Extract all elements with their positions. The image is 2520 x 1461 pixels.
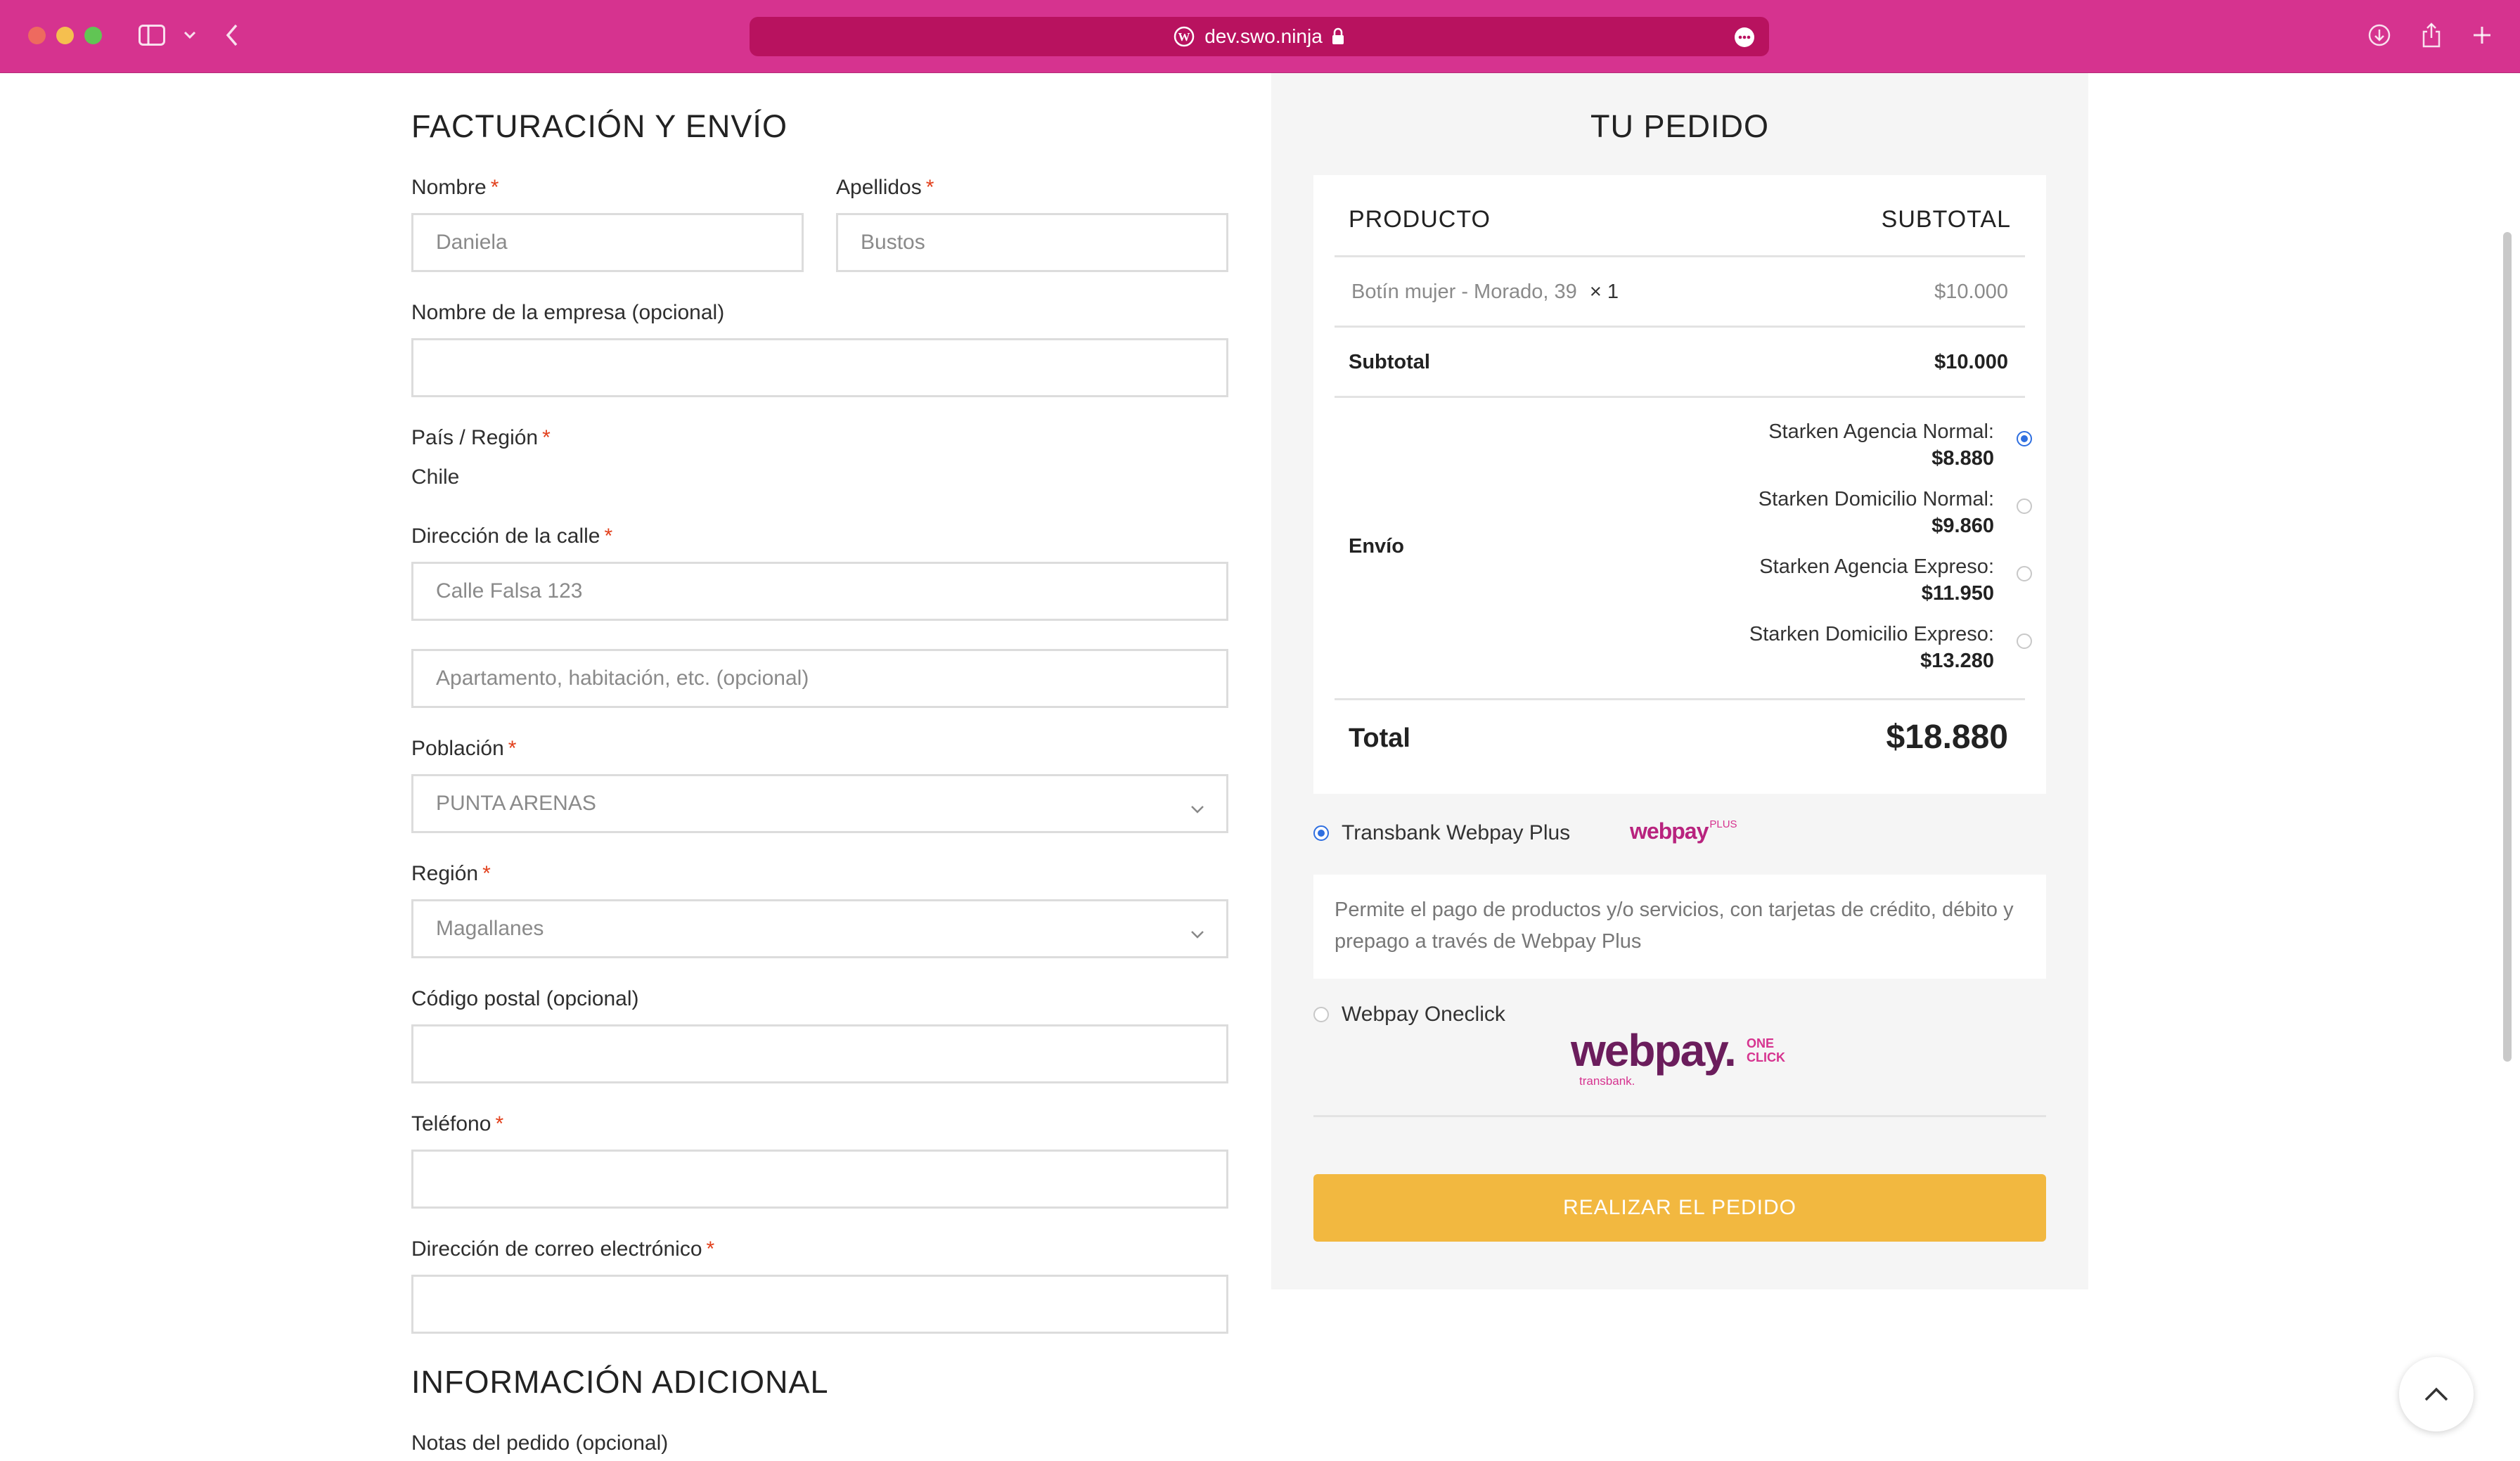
place-order-button[interactable]: REALIZAR EL PEDIDO bbox=[1313, 1174, 2046, 1242]
webpay-plus-logo: webpay PLUS bbox=[1630, 818, 1737, 844]
total-label: Total bbox=[1349, 723, 1410, 753]
order-title: TU PEDIDO bbox=[1590, 108, 1770, 144]
last-name-input[interactable]: Bustos bbox=[836, 213, 1228, 272]
region-select[interactable]: Magallanes bbox=[411, 899, 1228, 958]
street-input[interactable]: Calle Falsa 123 bbox=[411, 562, 1228, 621]
browser-toolbar: W dev.swo.ninja bbox=[0, 0, 2520, 73]
webpay-oneclick-label[interactable]: Webpay Oneclick bbox=[1342, 1003, 1505, 1026]
shipping-option[interactable]: Starken Domicilio Normal: $9.860 bbox=[1759, 486, 1994, 539]
city-label: Población * bbox=[411, 737, 517, 760]
shipping-option[interactable]: Starken Agencia Normal: $8.880 bbox=[1768, 418, 1994, 472]
sidebar-icon[interactable] bbox=[135, 18, 169, 52]
page-content: FACTURACIÓN Y ENVÍO Nombre * Daniela Apel… bbox=[0, 73, 2520, 1461]
shipping-option[interactable]: Starken Agencia Expreso: $11.950 bbox=[1759, 553, 1994, 607]
webpay-plus-radio[interactable] bbox=[1313, 825, 1329, 841]
email-input[interactable] bbox=[411, 1275, 1228, 1334]
phone-input[interactable] bbox=[411, 1150, 1228, 1209]
webpay-plus-label[interactable]: Transbank Webpay Plus bbox=[1342, 821, 1570, 845]
country-value: Chile bbox=[411, 465, 460, 489]
order-item-price: $10.000 bbox=[1934, 281, 2008, 303]
col-product-header: PRODUCTO bbox=[1349, 206, 1491, 233]
wordpress-icon: W bbox=[1174, 26, 1195, 47]
subtotal-value: $10.000 bbox=[1934, 351, 2008, 373]
email-label: Dirección de correo electrónico * bbox=[411, 1237, 715, 1261]
chevron-down-icon[interactable] bbox=[173, 18, 207, 52]
plus-icon[interactable] bbox=[2465, 18, 2499, 52]
shipping-radio-selected[interactable] bbox=[2017, 431, 2032, 446]
chevron-up-icon bbox=[2424, 1386, 2449, 1402]
city-select[interactable]: PUNTA ARENAS bbox=[411, 774, 1228, 833]
close-window-button[interactable] bbox=[28, 27, 46, 44]
webpay-plus-description: Permite el pago de productos y/o servici… bbox=[1335, 899, 2014, 953]
divider bbox=[1335, 326, 2025, 328]
minimize-window-button[interactable] bbox=[56, 27, 74, 44]
more-icon[interactable] bbox=[1734, 27, 1755, 48]
divider bbox=[1313, 1115, 2046, 1117]
first-name-label: Nombre * bbox=[411, 176, 499, 199]
billing-title: FACTURACIÓN Y ENVÍO bbox=[411, 108, 788, 144]
svg-text:W: W bbox=[1178, 30, 1190, 44]
postcode-input[interactable] bbox=[411, 1024, 1228, 1083]
order-table: PRODUCTO SUBTOTAL Botín mujer - Morado, … bbox=[1313, 175, 2046, 794]
url-text: dev.swo.ninja bbox=[1204, 25, 1323, 47]
shipping-label: Envío bbox=[1349, 535, 1404, 558]
shipping-radio[interactable] bbox=[2017, 633, 2032, 649]
divider bbox=[1335, 255, 2025, 257]
last-name-label: Apellidos * bbox=[836, 176, 934, 199]
col-subtotal-header: SUBTOTAL bbox=[1881, 206, 2011, 233]
first-name-input[interactable]: Daniela bbox=[411, 213, 804, 272]
region-label: Región * bbox=[411, 862, 491, 885]
postcode-label: Código postal (opcional) bbox=[411, 987, 639, 1010]
order-review-panel: TU PEDIDO PRODUCTO SUBTOTAL Botín mujer … bbox=[1271, 73, 2088, 1289]
phone-label: Teléfono * bbox=[411, 1112, 504, 1135]
scroll-top-button[interactable] bbox=[2399, 1357, 2474, 1431]
divider bbox=[1335, 396, 2025, 398]
street-label: Dirección de la calle * bbox=[411, 524, 613, 548]
additional-info-title: INFORMACIÓN ADICIONAL bbox=[411, 1364, 829, 1400]
country-label: País / Región * bbox=[411, 426, 551, 449]
lock-icon bbox=[1331, 27, 1345, 46]
share-icon[interactable] bbox=[2415, 18, 2448, 52]
total-value: $18.880 bbox=[1886, 719, 2008, 756]
order-notes-label: Notas del pedido (opcional) bbox=[411, 1431, 669, 1455]
divider bbox=[1335, 698, 2025, 700]
back-icon[interactable] bbox=[215, 18, 249, 52]
shipping-radio[interactable] bbox=[2017, 566, 2032, 581]
chevron-down-icon bbox=[1190, 921, 1205, 945]
download-icon[interactable] bbox=[2362, 18, 2396, 52]
chevron-down-icon bbox=[1190, 796, 1205, 820]
order-item-name: Botín mujer - Morado, 39 × 1 bbox=[1351, 281, 1619, 303]
address-bar[interactable]: W dev.swo.ninja bbox=[750, 17, 1769, 56]
subtotal-label: Subtotal bbox=[1349, 351, 1430, 373]
street-line2-input[interactable]: Apartamento, habitación, etc. (opcional) bbox=[411, 649, 1228, 708]
shipping-radio[interactable] bbox=[2017, 498, 2032, 514]
vertical-scrollbar[interactable] bbox=[2503, 232, 2512, 1062]
shipping-option[interactable]: Starken Domicilio Expreso: $13.280 bbox=[1749, 621, 1994, 674]
zoom-window-button[interactable] bbox=[84, 27, 102, 44]
company-input[interactable] bbox=[411, 338, 1228, 397]
webpay-oneclick-radio[interactable] bbox=[1313, 1007, 1329, 1022]
company-label: Nombre de la empresa (opcional) bbox=[411, 301, 725, 324]
webpay-oneclick-logo: webpay. ONE CLICK transbank. bbox=[1571, 1025, 1785, 1088]
